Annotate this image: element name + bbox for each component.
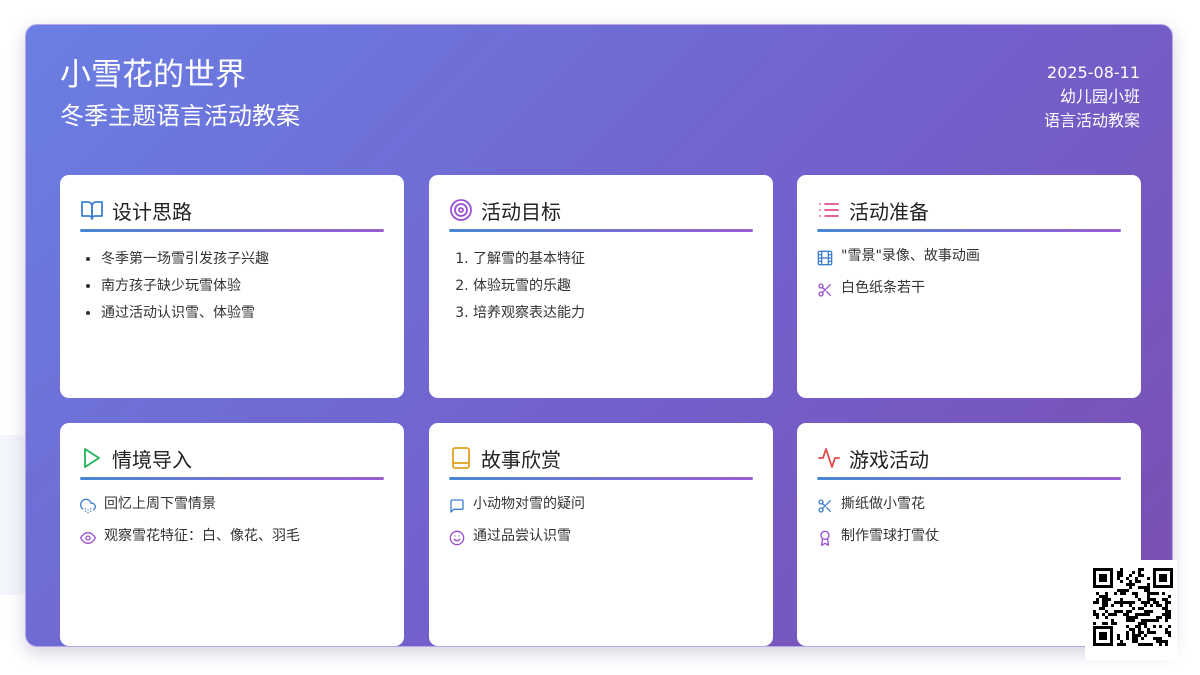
divider [449,229,753,232]
card-title: 故事欣赏 [481,447,561,472]
card-design-idea: 设计思路 冬季第一场雪引发孩子兴趣 南方孩子缺少玩雪体验 通过活动认识雪、体验雪 [60,175,404,398]
item-text: 制作雪球打雪仗 [841,528,939,544]
list-item: 体验玩雪的乐趣 [473,273,753,300]
list-item: 培养观察表达能力 [473,300,753,327]
list-item: 撕纸做小雪花 [817,494,1121,514]
card-story-appreciation: 故事欣赏 小动物对雪的疑问 通过品尝认识雪 [429,423,773,646]
scissors-icon [817,498,833,514]
card-title: 活动准备 [849,199,929,224]
item-text: "雪景"录像、故事动画 [841,248,980,264]
smile-icon [449,530,465,546]
divider [817,229,1121,232]
list-item: 通过品尝认识雪 [449,526,753,546]
divider [80,477,384,480]
list-item: 制作雪球打雪仗 [817,526,1121,546]
card-activity-goals: 活动目标 了解雪的基本特征 体验玩雪的乐趣 培养观察表达能力 [429,175,773,398]
item-text: 通过品尝认识雪 [473,528,571,544]
list-item: "雪景"录像、故事动画 [817,246,1121,266]
lesson-plan-poster: 小雪花的世界 冬季主题语言活动教案 2025-08-11 幼儿园小班 语言活动教… [25,24,1173,647]
item-text: 观察雪花特征：白、像花、羽毛 [104,528,300,544]
title-block: 小雪花的世界 冬季主题语言活动教案 [60,55,300,133]
item-text: 撕纸做小雪花 [841,496,925,512]
scissors-icon [817,282,833,298]
list-icon [817,198,841,222]
category-label: 语言活动教案 [1043,111,1140,130]
book-icon [449,446,473,470]
chat-icon [449,498,465,514]
target-icon [449,198,473,222]
list-item: 回忆上周下雪情景 [80,494,384,514]
list-item: 通过活动认识雪、体验雪 [101,300,384,327]
eye-icon [80,530,96,546]
divider [80,229,384,232]
list-item: 南方孩子缺少玩雪体验 [101,273,384,300]
meta-block: 2025-08-11 幼儿园小班 语言活动教案 [1044,61,1140,133]
card-title: 情境导入 [112,447,192,472]
film-icon [817,250,833,266]
divider [817,477,1121,480]
qr-code-image [1093,568,1173,646]
list-item: 观察雪花特征：白、像花、羽毛 [80,526,384,546]
page-subtitle: 冬季主题语言活动教案 [60,102,300,130]
qr-code [1085,560,1177,660]
item-text: 白色纸条若干 [841,280,925,296]
card-preparation: 活动准备 "雪景"录像、故事动画 白色纸条若干 [797,175,1141,398]
open-book-icon [80,198,104,222]
card-title: 游戏活动 [849,447,929,472]
card-title: 设计思路 [112,199,192,224]
play-icon [80,446,104,470]
snow-cloud-icon [80,498,96,514]
grade-label: 幼儿园小班 [1059,87,1140,106]
list-item: 小动物对雪的疑问 [449,494,753,514]
card-scenario-intro: 情境导入 回忆上周下雪情景 观察雪花特征：白、像花、羽毛 [60,423,404,646]
list-item: 白色纸条若干 [817,278,1121,298]
card-title: 活动目标 [481,199,561,224]
list-item: 冬季第一场雪引发孩子兴趣 [101,246,384,273]
divider [449,477,753,480]
item-text: 回忆上周下雪情景 [104,496,216,512]
list-item: 了解雪的基本特征 [473,246,753,273]
item-text: 小动物对雪的疑问 [473,496,585,512]
activity-icon [817,446,841,470]
award-icon [817,530,833,546]
page-title: 小雪花的世界 [60,57,246,93]
date-label: 2025-08-11 [1047,63,1140,82]
